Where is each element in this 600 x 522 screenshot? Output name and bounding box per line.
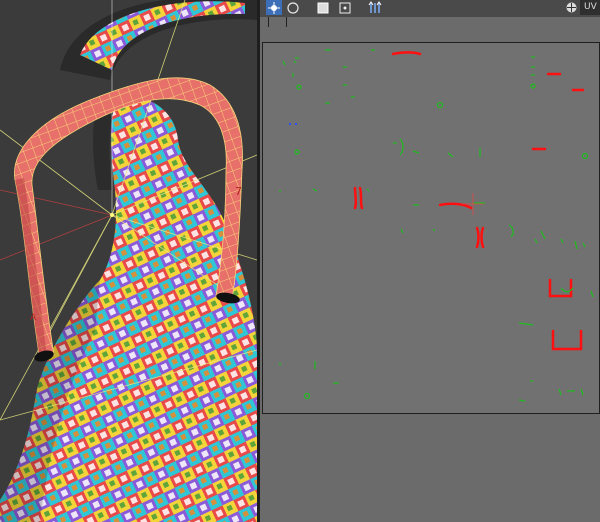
viewport-canvas[interactable]: 7 A	[0, 0, 257, 522]
uv-move-icon[interactable]	[367, 0, 383, 15]
uv-editor-panel: UV	[260, 0, 600, 522]
uv-islands[interactable]	[263, 43, 599, 413]
uv-toolbar: UV	[260, 0, 600, 18]
svg-text:7: 7	[235, 185, 242, 198]
toolbar-separator	[268, 17, 269, 27]
app-window: 7 A UV	[0, 0, 600, 522]
square-icon[interactable]	[315, 0, 331, 15]
uv-sub-toolbar	[260, 17, 600, 39]
dot-square-icon[interactable]	[337, 0, 353, 15]
circle-select-icon[interactable]	[285, 0, 301, 15]
checker-ball-icon[interactable]	[563, 0, 579, 15]
uv-editor-label: UV	[580, 0, 600, 15]
select-uv-icon[interactable]	[266, 0, 282, 15]
uv-layout-canvas[interactable]	[262, 42, 600, 414]
uv-status-area	[260, 414, 600, 522]
toolbar-separator	[286, 17, 287, 27]
3d-viewport[interactable]: 7 A	[0, 0, 257, 522]
svg-text:A: A	[30, 313, 37, 323]
